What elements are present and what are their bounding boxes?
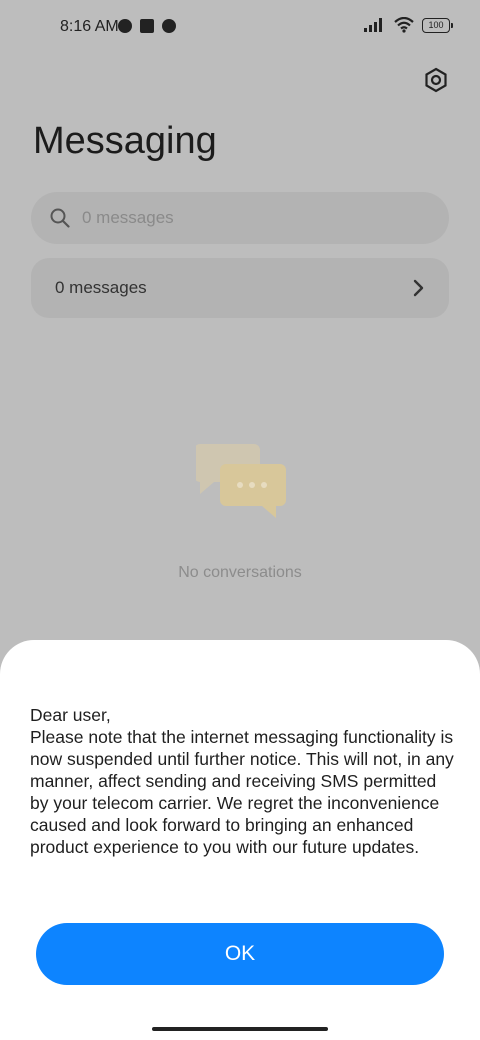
search-placeholder: 0 messages xyxy=(82,208,174,227)
app-notification-icon xyxy=(162,19,176,33)
notice-dialog: Dear user, Please note that the internet… xyxy=(0,640,480,1040)
status-time: 8:16 AM xyxy=(60,18,119,35)
wifi-icon xyxy=(394,17,414,33)
signal-icon xyxy=(364,18,382,32)
chat-bubbles-icon xyxy=(196,444,286,518)
messages-row-label: 0 messages xyxy=(55,278,147,297)
home-indicator[interactable] xyxy=(152,1027,328,1031)
app-notification-icon xyxy=(118,19,132,33)
status-bar: 8:16 AM 100 xyxy=(0,0,480,56)
notification-icons xyxy=(118,19,176,33)
dialog-greeting: Dear user, xyxy=(30,705,111,725)
empty-state-text: No conversations xyxy=(178,564,302,581)
dialog-body: Please note that the internet messaging … xyxy=(30,727,454,857)
ok-button[interactable]: OK xyxy=(36,923,444,985)
square-notification-icon xyxy=(140,19,154,33)
settings-hexagon-icon[interactable] xyxy=(422,66,450,94)
chevron-right-icon xyxy=(413,279,424,297)
search-bar[interactable]: 0 messages xyxy=(31,192,449,244)
search-icon xyxy=(50,208,70,228)
messages-row[interactable]: 0 messages xyxy=(31,258,449,318)
battery-icon: 100 xyxy=(422,17,453,33)
dialog-message: Dear user, Please note that the internet… xyxy=(30,704,458,858)
page-title: Messaging xyxy=(33,120,217,162)
system-icons: 100 xyxy=(364,17,453,33)
